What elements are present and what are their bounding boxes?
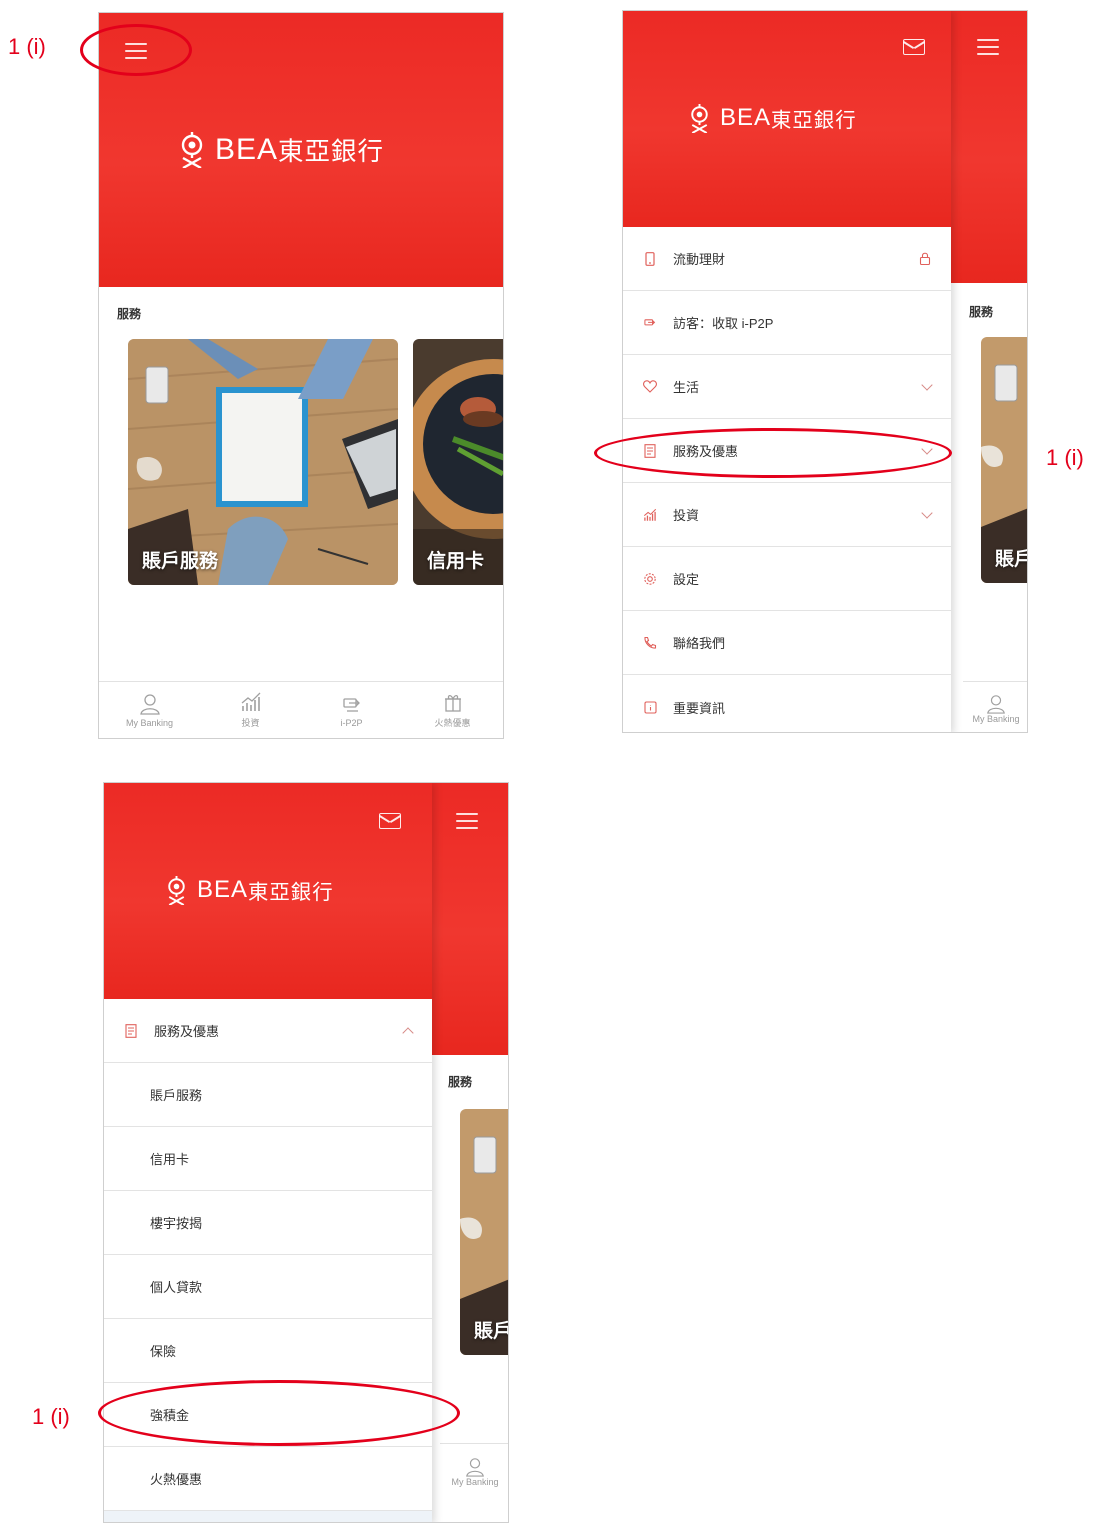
document-icon (124, 1023, 138, 1038)
card-caption: 信用卡 (427, 551, 485, 572)
brand-name-zh: 東亞銀行 (248, 882, 334, 904)
submenu-item-personal-loan[interactable]: 個人貸款 (104, 1255, 432, 1319)
menu-icon[interactable] (977, 39, 999, 55)
submenu-item-label: 樓宇按揭 (150, 1216, 203, 1231)
menu-screen: 服務 賬戶 My Banking BEA 東亞銀行 流動理財 (622, 10, 1028, 733)
brand-name-en: BEA (720, 104, 772, 131)
service-card-account[interactable]: 賬戶服務 (128, 339, 398, 585)
submenu-item-account-services[interactable]: 賬戶服務 (104, 1063, 432, 1127)
submenu-item-label: 賬戶服務 (150, 1088, 203, 1103)
menu-item-services-offers-expanded[interactable]: 服務及優惠 (104, 999, 432, 1063)
bea-logo: BEA 東亞銀行 (689, 103, 857, 133)
bottom-tab-bar: My Banking 投資 i-P2P 火熱優惠 (99, 681, 503, 738)
peek-tab-my-banking: My Banking (440, 1443, 508, 1500)
annotation-label: 1 (i) (1046, 445, 1084, 470)
bea-logo-icon (181, 131, 203, 168)
menu-item-label: 服務及優惠 (154, 1024, 220, 1039)
peek-section-title: 服務 (969, 305, 994, 319)
peek-card: 賬戶 (460, 1109, 509, 1355)
brand-name-en: BEA (197, 876, 249, 903)
menu-item-lifestyle[interactable]: 生活 (623, 355, 951, 419)
peek-tab-my-banking: My Banking (963, 681, 1027, 732)
menu-item-label: 流動理財 (673, 252, 726, 267)
tab-label: 火熱優惠 (434, 718, 471, 728)
card-caption: 賬戶服務 (142, 551, 219, 572)
chart-icon (241, 692, 260, 711)
brand-name-zh: 東亞銀行 (771, 110, 857, 132)
menu-item-label: 投資 (673, 508, 700, 523)
menu-item-invest[interactable]: 投資 (623, 483, 951, 547)
submenu-item-insurance[interactable]: 保險 (104, 1319, 432, 1383)
tab-my-banking[interactable]: My Banking (99, 682, 200, 738)
drawer-footer (104, 1511, 432, 1522)
side-drawer: BEA 東亞銀行 流動理財 訪客：收取 i-P2P 生活 服務及優惠 投資 設定… (623, 11, 951, 732)
menu-item-important-info[interactable]: 重要資訊 (623, 675, 951, 732)
peek-section-title: 服務 (448, 1075, 473, 1089)
annotation-ellipse (80, 24, 192, 76)
menu-item-settings[interactable]: 設定 (623, 547, 951, 611)
chevron-down-icon (921, 506, 933, 519)
tab-label: My Banking (972, 713, 1020, 724)
p2p-icon (643, 316, 657, 330)
tab-label: My Banking (451, 1477, 499, 1487)
tab-label: i-P2P (340, 717, 363, 728)
phone-icon (643, 636, 657, 650)
tab-label: 投資 (241, 718, 260, 728)
brand-name-zh: 東亞銀行 (278, 138, 385, 166)
menu-item-visitor-p2p[interactable]: 訪客：收取 i-P2P (623, 291, 951, 355)
menu-item-label: 訪客：收取 i-P2P (673, 316, 774, 331)
menu-item-mobile-banking[interactable]: 流動理財 (623, 227, 951, 291)
tab-label: My Banking (125, 717, 174, 728)
menu-item-contact-us[interactable]: 聯絡我們 (623, 611, 951, 675)
peek-card: 賬戶 (981, 337, 1027, 583)
submenu-item-credit-card[interactable]: 信用卡 (104, 1127, 432, 1191)
gift-icon (444, 694, 461, 712)
home-screen: BEA 東亞銀行 服務 賬戶服務 信用卡 My Banking 投資 i-P2P… (98, 12, 504, 739)
chevron-up-icon (402, 1026, 414, 1039)
annotation-ellipse (594, 428, 952, 478)
submenu-item-label: 個人貸款 (150, 1280, 203, 1295)
submenu-item-label: 保險 (150, 1344, 177, 1359)
submenu-item-label: 火熱優惠 (150, 1472, 203, 1487)
menu-item-label: 設定 (673, 572, 700, 587)
chevron-down-icon (921, 378, 933, 391)
gear-icon (643, 572, 657, 586)
heart-icon (643, 380, 657, 394)
tab-hot-deals[interactable]: 火熱優惠 (402, 682, 503, 738)
bea-logo: BEA 東亞銀行 (166, 875, 334, 905)
card-caption: 賬戶 (995, 549, 1027, 570)
user-icon (466, 1458, 484, 1477)
bea-logo-icon (168, 875, 185, 905)
annotation-ellipse (98, 1380, 460, 1446)
user-icon (139, 693, 160, 715)
lock-icon (919, 252, 931, 265)
info-icon (643, 700, 657, 714)
user-icon (987, 694, 1005, 714)
submenu-item-mortgage[interactable]: 樓宇按揭 (104, 1191, 432, 1255)
annotation-label: 1 (i) (32, 1404, 70, 1429)
tab-invest[interactable]: 投資 (200, 682, 301, 738)
menu-item-label: 生活 (673, 380, 700, 395)
menu-item-label: 重要資訊 (673, 700, 726, 716)
chart-icon (643, 508, 657, 522)
menu-item-label: 聯絡我們 (673, 636, 726, 651)
submenu-item-label: 信用卡 (150, 1152, 190, 1167)
bea-logo: BEA 東亞銀行 (179, 131, 384, 168)
section-title: 服務 (117, 307, 142, 321)
p2p-icon (342, 697, 360, 712)
mail-icon[interactable] (379, 813, 401, 829)
mail-icon[interactable] (903, 39, 925, 55)
annotation-label: 1 (i) (8, 34, 46, 59)
card-caption: 賬戶 (474, 1321, 509, 1342)
service-card-credit[interactable]: 信用卡 (413, 339, 503, 585)
mobile-icon (643, 251, 657, 266)
menu-icon[interactable] (456, 813, 478, 829)
brand-name-en: BEA (215, 132, 279, 166)
bea-logo-icon (691, 103, 708, 133)
tab-p2p[interactable]: i-P2P (301, 682, 402, 738)
submenu-item-hot-offers[interactable]: 火熱優惠 (104, 1447, 432, 1511)
